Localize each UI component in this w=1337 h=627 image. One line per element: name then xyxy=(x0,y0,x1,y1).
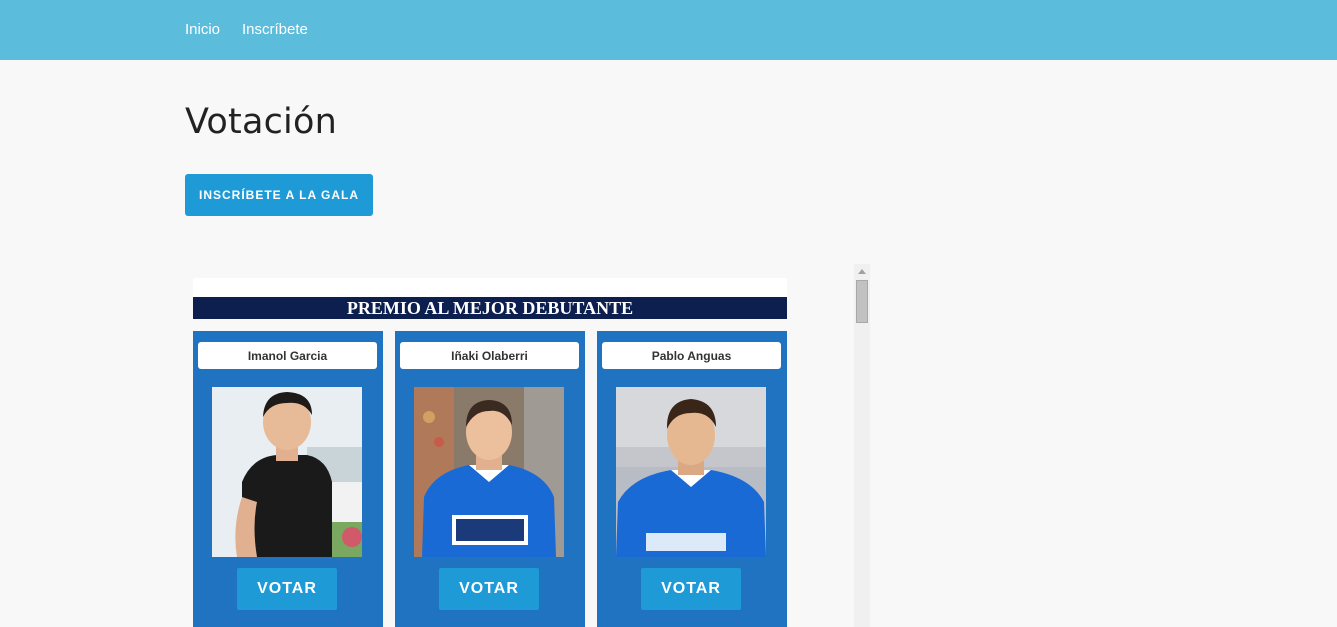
award-title-banner: PREMIO AL MEJOR DEBUTANTE xyxy=(193,297,787,319)
candidate-card: Imanol Garcia VOTAR xyxy=(193,331,383,627)
register-gala-button[interactable]: INSCRÍBETE A LA GALA xyxy=(185,174,373,216)
embed-scrollbar[interactable] xyxy=(854,264,870,627)
embed-top-strip xyxy=(193,278,787,297)
scroll-thumb[interactable] xyxy=(856,280,868,323)
player-photo-icon xyxy=(212,387,362,557)
scroll-up-arrow-icon[interactable] xyxy=(858,269,866,274)
candidate-card: Iñaki Olaberri VOTAR xyxy=(395,331,585,627)
candidate-name: Imanol Garcia xyxy=(198,342,377,369)
candidate-card: Pablo Anguas VOTAR xyxy=(597,331,787,627)
nav-link-inicio[interactable]: Inicio xyxy=(185,21,220,38)
top-navbar: Inicio Inscríbete xyxy=(0,0,1337,60)
candidate-photo xyxy=(212,387,362,557)
candidate-photo xyxy=(414,387,564,557)
page-title: Votación xyxy=(185,102,337,142)
candidate-name: Iñaki Olaberri xyxy=(400,342,579,369)
player-photo-icon xyxy=(414,387,564,557)
candidate-photo xyxy=(616,387,766,557)
nav-link-inscribete[interactable]: Inscríbete xyxy=(242,21,308,38)
vote-button[interactable]: VOTAR xyxy=(237,568,337,610)
vote-button[interactable]: VOTAR xyxy=(439,568,539,610)
voting-embed-frame: PREMIO AL MEJOR DEBUTANTE Imanol Garcia … xyxy=(193,264,870,627)
candidate-name: Pablo Anguas xyxy=(602,342,781,369)
player-photo-icon xyxy=(616,387,766,557)
vote-button[interactable]: VOTAR xyxy=(641,568,741,610)
